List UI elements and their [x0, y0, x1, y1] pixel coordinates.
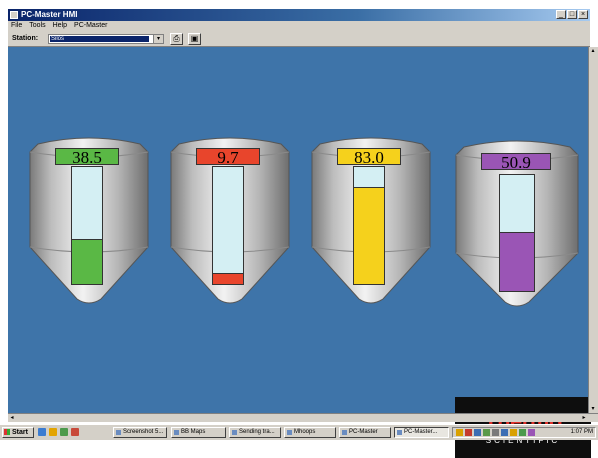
taskbar: Start Screenshot 5... BB Maps Sending tra.… [0, 424, 598, 440]
quicklaunch-folder-icon[interactable] [60, 428, 68, 436]
app-icon [10, 11, 18, 19]
system-tray: 1:07 PM [452, 427, 596, 438]
taskbar-task[interactable]: Mhoops [284, 427, 336, 438]
menu-help[interactable]: Help [53, 21, 67, 31]
tray-icon[interactable] [492, 429, 499, 436]
silo-3: 83.0 [310, 132, 432, 307]
silo-level-gauge [499, 174, 535, 292]
silo-level-gauge [353, 166, 385, 285]
silo-4: 50.9 [454, 135, 580, 310]
toolbar: Station: Silos ▾ ⎙ ▣ [8, 31, 590, 47]
print-button[interactable]: ⎙ [170, 33, 183, 45]
silo-level-readout: 83.0 [337, 148, 401, 166]
taskbar-task[interactable]: PC-Master... [394, 427, 449, 438]
clock: 1:07 PM [570, 429, 593, 435]
station-select[interactable]: Silos ▾ [48, 34, 164, 44]
scroll-down-icon[interactable]: ▾ [589, 405, 597, 413]
silo-level-readout: 9.7 [196, 148, 260, 166]
menu-pc-master[interactable]: PC-Master [74, 21, 107, 31]
start-button[interactable]: Start [2, 427, 34, 438]
scroll-up-icon[interactable]: ▴ [589, 47, 597, 55]
maximize-button[interactable]: □ [567, 10, 577, 19]
silo-level-fill [72, 238, 102, 284]
scroll-right-icon[interactable]: ▸ [580, 414, 588, 422]
silo-2: 9.7 [169, 132, 291, 307]
minimize-button[interactable]: _ [556, 10, 566, 19]
disk-icon: ▣ [190, 34, 199, 43]
taskbar-task[interactable]: PC-Master [339, 427, 391, 438]
silo-level-gauge [212, 166, 244, 285]
tray-icon[interactable] [510, 429, 517, 436]
tray-icon[interactable] [474, 429, 481, 436]
menu-tools[interactable]: Tools [29, 21, 45, 31]
tray-icon[interactable] [501, 429, 508, 436]
menu-file[interactable]: File [11, 21, 22, 31]
station-label: Station: [12, 35, 39, 42]
save-button[interactable]: ▣ [188, 33, 201, 45]
dropdown-arrow-icon[interactable]: ▾ [153, 35, 163, 43]
quicklaunch-browser-icon[interactable] [49, 428, 57, 436]
tray-icon[interactable] [519, 429, 526, 436]
title-bar: PC-Master HMI _ □ × [8, 9, 590, 21]
tray-icon[interactable] [483, 429, 490, 436]
silo-1: 38.5 [28, 132, 150, 307]
taskbar-task[interactable]: Screenshot 5... [113, 427, 167, 438]
taskbar-task[interactable]: Sending tra... [229, 427, 281, 438]
menu-bar: File Tools Help PC-Master [8, 21, 590, 31]
hmi-canvas: 38.5 9.7 83.0 50.9 SCIENTIFIC [8, 47, 591, 458]
silo-level-readout: 50.9 [481, 153, 551, 171]
silo-level-readout: 38.5 [55, 148, 119, 166]
window-title: PC-Master HMI [21, 10, 78, 19]
silo-level-fill [354, 186, 384, 284]
silo-level-fill [213, 272, 243, 284]
tray-icon[interactable] [465, 429, 472, 436]
scroll-left-icon[interactable]: ◂ [8, 414, 16, 422]
close-button[interactable]: × [578, 10, 588, 19]
tray-icon[interactable] [456, 429, 463, 436]
silo-level-gauge [71, 166, 103, 285]
quicklaunch-media-icon[interactable] [71, 428, 79, 436]
horizontal-scrollbar[interactable]: ◂ ▸ [8, 413, 598, 422]
printer-icon: ⎙ [173, 34, 180, 43]
station-select-value: Silos [50, 36, 149, 42]
vertical-scrollbar[interactable]: ▴ ▾ [588, 47, 598, 413]
tray-icon[interactable] [528, 429, 535, 436]
quicklaunch-desktop-icon[interactable] [38, 428, 46, 436]
taskbar-task[interactable]: BB Maps [171, 427, 226, 438]
silo-level-fill [500, 231, 534, 291]
